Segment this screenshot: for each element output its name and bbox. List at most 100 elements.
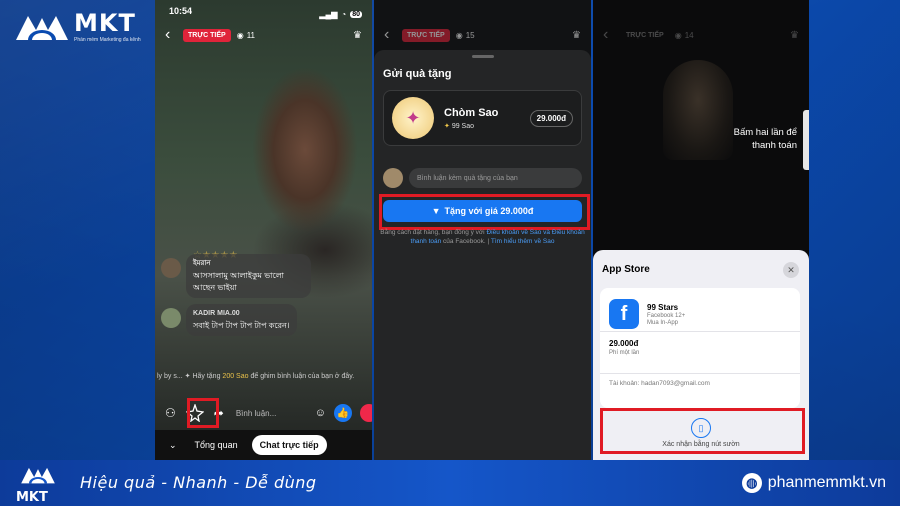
trophy-icon[interactable]: ♛: [572, 30, 581, 41]
emoji-icon[interactable]: ☺: [315, 407, 326, 419]
gift-card[interactable]: ✦ Chòm Sao ✦ 99 Sao 29.000đ: [383, 90, 582, 146]
ticker-stars: 200 Sao: [222, 373, 249, 380]
price-row: 29.000đ Phí một lần: [600, 332, 800, 374]
mkt-logo: MKT Phần mềm Marketing đa kênh: [14, 10, 141, 44]
account-row: Tài khoản: hadan7093@gmail.com: [609, 380, 710, 387]
tab-overview[interactable]: Tổng quan: [195, 440, 238, 450]
viewer-number: 11: [246, 30, 255, 40]
star-icon: ✦: [444, 122, 450, 130]
status-bar: 10:54 ▂▄▆ ◔ 80: [155, 6, 372, 22]
sheet-grabber[interactable]: [471, 55, 494, 58]
live-header: ‹ TRỰC TIẾP ◉ 14 ♛: [603, 26, 799, 44]
add-person-icon[interactable]: ⚇: [165, 406, 176, 420]
live-video-screen: 10:54 ▂▄▆ ◔ 80 ‹ TRỰC TIẾP ◉ 11 ♛ ☆★★★★ …: [155, 0, 372, 460]
comment-list: ইমরান আসসালামু আলাইকুম ভালো আছেন ভাইয়া …: [161, 254, 311, 342]
signal-icon: ▂▄▆: [319, 9, 338, 19]
banner-logo: MKT: [16, 464, 68, 505]
sheet-title: Gửi quà tặng: [383, 68, 452, 80]
side-button-indicator: [803, 110, 809, 170]
list-item: ইমরান আসসালামু আলাইকুম ভালো আছেন ভাইয়া: [161, 254, 311, 298]
logo-word: MKT: [74, 9, 136, 37]
avatar: [161, 258, 181, 278]
double-click-hint: Bấm hai lần để thanh toán: [733, 127, 797, 151]
highlight-box: [187, 398, 219, 428]
gift-name: Chòm Sao: [444, 106, 499, 119]
viewer-count: ◉ 14: [675, 31, 694, 40]
facebook-icon: f: [609, 299, 639, 329]
love-icon[interactable]: [360, 404, 372, 422]
comment-input[interactable]: Bình luận...: [236, 409, 276, 418]
banner-logo-word: MKT: [16, 490, 48, 505]
terms-before: Bằng cách đặt hàng, bạn đồng ý với: [380, 229, 487, 236]
live-badge: TRỰC TIẾP: [402, 28, 450, 42]
chevron-down-icon[interactable]: ⌄: [169, 440, 177, 451]
back-chevron-icon[interactable]: ‹: [603, 26, 617, 44]
appstore-screen: ‹ TRỰC TIẾP ◉ 14 ♛ Bấm hai lần để thanh …: [593, 0, 809, 460]
developer: Facebook 12+: [647, 312, 686, 319]
eye-icon: ◉: [455, 30, 463, 40]
gift-screen: ‹ TRỰC TIẾP ◉ 15 ♛ Gửi quà tặng ✦ Chòm S…: [374, 0, 591, 460]
battery-icon: 80: [350, 10, 362, 18]
website-url: phanmemmkt.vn: [767, 474, 886, 491]
viewer-number: 15: [465, 30, 475, 40]
back-chevron-icon[interactable]: ‹: [384, 26, 398, 44]
avatar: [161, 308, 181, 328]
comment-text: সবাই টাপ টাপ টাপ টাপ করেন।: [193, 321, 290, 330]
trophy-icon[interactable]: ♛: [353, 30, 362, 41]
appstore-title: App Store: [602, 264, 650, 275]
pin-ticker: ly by s... ✦ Hãy tặng 200 Sao để ghim bì…: [155, 372, 372, 380]
purchase-type: Mua In-App: [647, 319, 679, 326]
product-name: 99 Stars: [647, 302, 679, 312]
constellation-icon: ✦: [392, 97, 434, 139]
gift-stars-label: 99 Sao: [451, 122, 475, 130]
comment-text: আসসালামু আলাইকুম ভালো আছেন ভাইয়া: [193, 271, 284, 292]
live-badge: TRỰC TIẾP: [626, 31, 664, 39]
terms-text: Bằng cách đặt hàng, bạn đồng ý với Điều …: [378, 228, 587, 246]
comment-author: ইমরান: [193, 260, 211, 267]
gift-comment-input[interactable]: Bình luận kèm quà tặng của bạn: [409, 168, 582, 188]
avatar: [383, 168, 403, 188]
eye-icon: ◉: [674, 30, 682, 40]
ticker-prefix: ly by s...: [157, 373, 183, 380]
purchase-card: f 99 Stars Facebook 12+ Mua In-App 29.00…: [600, 288, 800, 408]
ticker-text-before: Hãy tặng: [192, 373, 223, 380]
viewer-count: ◉ 15: [456, 31, 475, 40]
viewer-number: 14: [684, 30, 694, 40]
highlight-box: [379, 194, 590, 230]
close-icon[interactable]: ✕: [783, 262, 799, 278]
mkt-logo-icon: [16, 16, 68, 40]
appstore-sheet: App Store ✕ f 99 Stars Facebook 12+ Mua …: [593, 250, 809, 460]
live-video: [155, 0, 372, 460]
list-item: KADIR MIA.00 সবাই টাপ টাপ টাপ টাপ করেন।: [161, 304, 311, 336]
terms-mid: của Facebook. |: [441, 238, 491, 245]
price-subtitle: Phí một lần: [609, 350, 640, 356]
learn-more-link[interactable]: Tìm hiểu thêm về Sao: [491, 238, 555, 245]
comment-author: KADIR MIA.00: [193, 310, 240, 317]
bottom-tabs: ⌄ Tổng quan Chat trực tiếp: [155, 430, 372, 460]
app-row: f 99 Stars Facebook 12+ Mua In-App: [600, 288, 800, 332]
tab-live-chat[interactable]: Chat trực tiếp: [251, 435, 327, 455]
website[interactable]: ◍ phanmemmkt.vn: [741, 473, 886, 493]
price-value: 29.000đ: [609, 339, 639, 348]
gift-sheet: Gửi quà tặng ✦ Chòm Sao ✦ 99 Sao 29.000đ…: [374, 50, 591, 460]
bottom-banner: MKT Hiệu quả - Nhanh - Dễ dùng ◍ phanmem…: [0, 460, 900, 506]
viewer-count: ◉ 11: [237, 31, 255, 40]
ticker-text-after: để ghim bình luận của bạn ở đây.: [248, 373, 355, 380]
live-badge: TRỰC TIẾP: [183, 28, 231, 42]
slogan: Hiệu quả - Nhanh - Dễ dùng: [80, 473, 317, 492]
live-header: ‹ TRỰC TIẾP ◉ 15 ♛: [384, 26, 581, 44]
trophy-icon: ♛: [790, 29, 799, 41]
clock: 10:54: [169, 6, 193, 16]
gift-price: 29.000đ: [529, 109, 573, 127]
back-chevron-icon[interactable]: ‹: [165, 26, 179, 44]
eye-icon: ◉: [236, 30, 244, 40]
highlight-box: [600, 408, 805, 454]
globe-icon: ◍: [741, 473, 762, 493]
like-icon[interactable]: 👍: [334, 404, 352, 422]
gift-stars: ✦ 99 Sao: [444, 122, 498, 130]
comment-bubble: KADIR MIA.00 সবাই টাপ টাপ টাপ টাপ করেন।: [186, 304, 297, 336]
wifi-icon: ◔: [341, 9, 347, 19]
live-header: ‹ TRỰC TIẾP ◉ 11 ♛: [165, 26, 362, 44]
gift-comment-row: Bình luận kèm quà tặng của bạn: [383, 168, 582, 188]
mkt-logo-icon: [21, 467, 55, 484]
